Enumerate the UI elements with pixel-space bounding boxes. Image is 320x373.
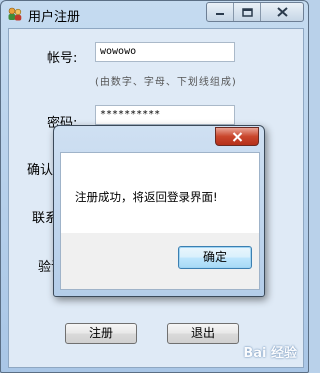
ok-button[interactable]: 确定 [178,246,252,269]
maximize-button[interactable] [234,3,261,21]
success-dialog: 注册成功，将返回登录界面! 确定 [53,125,265,297]
watermark: Bai 经验 [243,346,297,361]
password-input[interactable]: ********** [95,105,235,125]
close-icon [232,131,242,142]
dialog-close-button[interactable] [215,127,259,146]
register-button[interactable]: 注册 [65,323,137,344]
exit-button[interactable]: 退出 [167,323,239,344]
minimize-icon [216,13,224,15]
window-title: 用户注册 [28,10,81,25]
users-icon [7,6,23,22]
close-button[interactable] [261,3,303,21]
account-input[interactable]: wowowo [95,42,235,62]
maximize-icon [241,7,253,17]
minimize-button[interactable] [207,3,234,21]
dialog-message: 注册成功，将返回登录界面! [75,190,218,204]
dialog-footer: 确定 [60,233,260,290]
close-icon [276,7,288,17]
title-bar[interactable]: 用户注册 [1,1,308,27]
account-hint: (由数字、字母、下划线组成) [95,77,237,88]
dialog-body: 注册成功，将返回登录界面! [60,152,260,234]
window-controls [206,2,304,22]
